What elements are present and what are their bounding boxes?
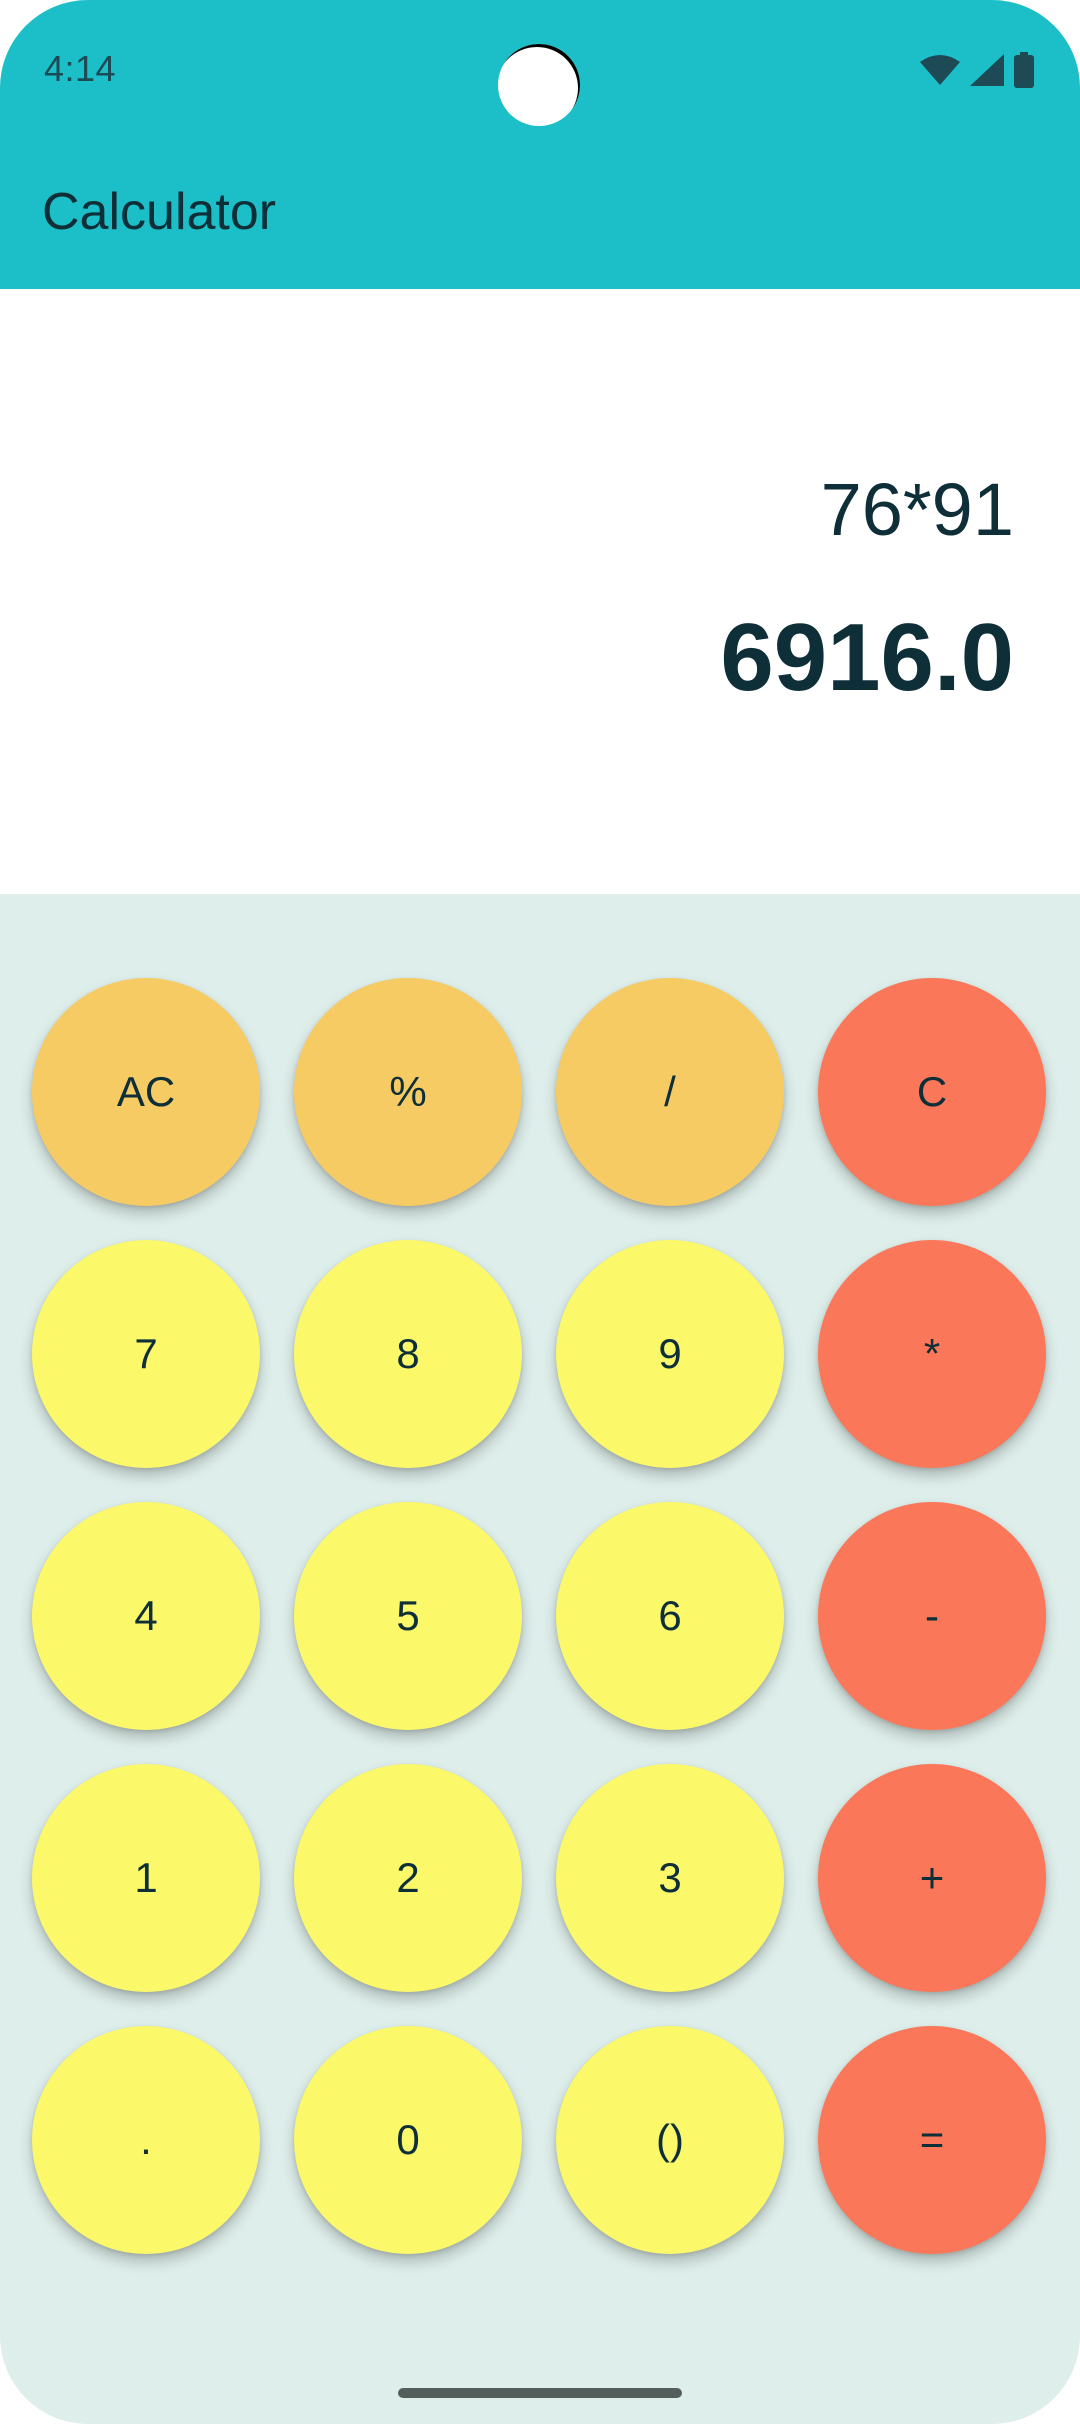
- all-clear-button[interactable]: AC: [32, 978, 260, 1206]
- equals-button[interactable]: =: [818, 2026, 1046, 2254]
- status-time: 4:14: [44, 48, 117, 89]
- subtract-button[interactable]: -: [818, 1502, 1046, 1730]
- top-app-bar: 4:14 Calculator: [0, 0, 1080, 289]
- home-indicator[interactable]: [398, 2388, 682, 2398]
- keypad: AC % / C 7 8 9 * 4 5 6 - 1 2 3 + . 0 () …: [0, 894, 1080, 2424]
- signal-icon: [970, 54, 1004, 86]
- multiply-button[interactable]: *: [818, 1240, 1046, 1468]
- digit-0-button[interactable]: 0: [294, 2026, 522, 2254]
- wifi-icon: [920, 54, 960, 86]
- digit-6-button[interactable]: 6: [556, 1502, 784, 1730]
- digit-2-button[interactable]: 2: [294, 1764, 522, 1992]
- digit-3-button[interactable]: 3: [556, 1764, 784, 1992]
- digit-9-button[interactable]: 9: [556, 1240, 784, 1468]
- digit-8-button[interactable]: 8: [294, 1240, 522, 1468]
- divide-button[interactable]: /: [556, 978, 784, 1206]
- status-icons: [920, 52, 1034, 88]
- camera-cutout: [498, 44, 580, 126]
- expression-text: 76*91: [820, 468, 1014, 551]
- digit-7-button[interactable]: 7: [32, 1240, 260, 1468]
- result-text: 6916.0: [720, 604, 1014, 711]
- percent-button[interactable]: %: [294, 978, 522, 1206]
- decimal-point-button[interactable]: .: [32, 2026, 260, 2254]
- battery-icon: [1014, 52, 1034, 88]
- digit-4-button[interactable]: 4: [32, 1502, 260, 1730]
- clear-button[interactable]: C: [818, 978, 1046, 1206]
- add-button[interactable]: +: [818, 1764, 1046, 1992]
- calculator-screen: 4:14 Calculator 76*91 6916.0 AC % / C 7 …: [0, 0, 1080, 2424]
- parentheses-button[interactable]: (): [556, 2026, 784, 2254]
- app-title: Calculator: [42, 183, 277, 241]
- digit-1-button[interactable]: 1: [32, 1764, 260, 1992]
- digit-5-button[interactable]: 5: [294, 1502, 522, 1730]
- calculator-display: 76*91 6916.0: [0, 289, 1080, 894]
